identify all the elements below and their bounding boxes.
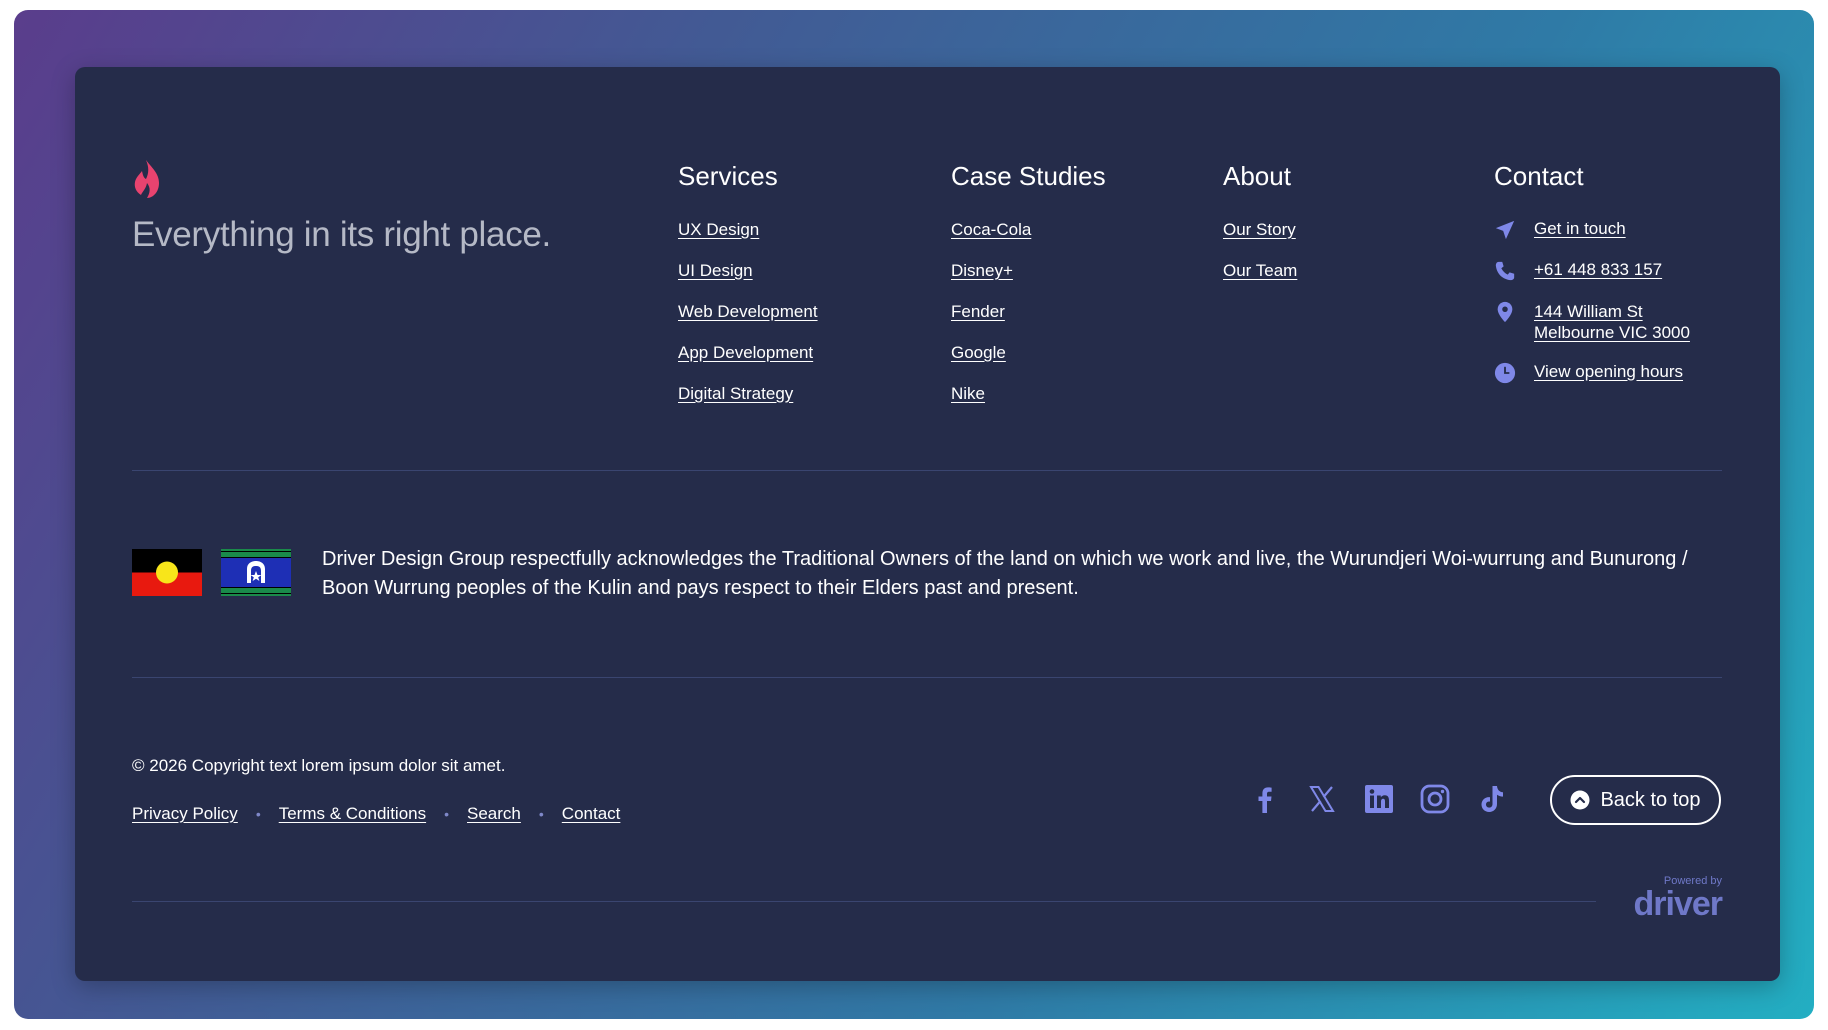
back-to-top-button[interactable]: Back to top <box>1550 775 1721 825</box>
clock-icon <box>1494 362 1516 384</box>
separator-dot: • <box>538 806 544 822</box>
column-heading-services: Services <box>678 161 778 191</box>
acknowledgement-of-country: Driver Design Group respectfully acknowl… <box>322 548 1688 599</box>
link-our-story[interactable]: Our Story <box>1223 220 1296 239</box>
contact-hours: View opening hours <box>1494 362 1734 384</box>
link-phone[interactable]: +61 448 833 157 <box>1534 260 1662 280</box>
site-footer: Everything in its right place. Services … <box>75 67 1780 981</box>
link-search[interactable]: Search <box>467 804 521 824</box>
powered-by-driver-link[interactable]: Powered by driver <box>1625 875 1724 923</box>
link-ux-design[interactable]: UX Design <box>678 220 759 239</box>
link-contact[interactable]: Contact <box>562 804 621 824</box>
x-icon[interactable] <box>1306 783 1338 815</box>
copyright-text: © 2026 Copyright text lorem ipsum dolor … <box>132 756 506 775</box>
linkedin-icon[interactable] <box>1363 783 1395 815</box>
link-address[interactable]: 144 William St Melbourne VIC 3000 <box>1534 301 1690 343</box>
footer-divider-middle <box>132 677 1722 678</box>
address-line-1: 144 William St <box>1534 302 1643 321</box>
column-heading-case-studies: Case Studies <box>951 161 1106 191</box>
contact-get-in-touch: Get in touch <box>1494 219 1734 241</box>
contact-address: 144 William St Melbourne VIC 3000 <box>1494 301 1734 343</box>
facebook-icon[interactable] <box>1249 783 1281 815</box>
footer-divider-top <box>132 470 1722 471</box>
paper-plane-icon <box>1495 220 1515 240</box>
contact-phone: +61 448 833 157 <box>1494 260 1734 282</box>
separator-dot: • <box>255 806 261 822</box>
separator-dot: • <box>444 806 450 822</box>
address-line-2: Melbourne VIC 3000 <box>1534 323 1690 342</box>
link-fender[interactable]: Fender <box>951 302 1005 321</box>
phone-icon <box>1495 261 1515 281</box>
link-terms-conditions[interactable]: Terms & Conditions <box>279 804 426 824</box>
column-heading-about: About <box>1223 161 1291 191</box>
footer-column-contact: Contact Get in touch +61 448 833 157 144… <box>1494 159 1734 403</box>
footer-column-services: Services UX Design UI Design Web Develop… <box>678 159 818 424</box>
brand-tagline: Everything in its right place. <box>132 215 551 254</box>
link-coca-cola[interactable]: Coca-Cola <box>951 220 1031 239</box>
link-privacy-policy[interactable]: Privacy Policy <box>132 804 238 824</box>
footer-column-case-studies: Case Studies Coca-Cola Disney+ Fender Go… <box>951 159 1106 424</box>
footer-divider-bottom <box>132 901 1596 902</box>
link-web-development[interactable]: Web Development <box>678 302 818 321</box>
back-to-top-label: Back to top <box>1600 788 1701 811</box>
tiktok-icon[interactable] <box>1476 783 1508 815</box>
page-background: Everything in its right place. Services … <box>14 10 1814 1019</box>
footer-column-about: About Our Story Our Team <box>1223 159 1297 301</box>
link-digital-strategy[interactable]: Digital Strategy <box>678 384 793 403</box>
driver-logo: driver <box>1633 885 1724 923</box>
map-pin-icon <box>1497 301 1513 323</box>
flame-logo-icon[interactable] <box>132 159 162 199</box>
column-heading-contact: Contact <box>1494 161 1584 191</box>
link-opening-hours[interactable]: View opening hours <box>1534 362 1683 382</box>
link-app-development[interactable]: App Development <box>678 343 813 362</box>
chevron-up-circle-icon <box>1570 790 1590 810</box>
link-ui-design[interactable]: UI Design <box>678 261 753 280</box>
link-nike[interactable]: Nike <box>951 384 985 403</box>
link-our-team[interactable]: Our Team <box>1223 261 1297 280</box>
instagram-icon[interactable] <box>1419 783 1451 815</box>
torres-strait-islander-flag-icon <box>221 549 291 596</box>
legal-links: Privacy Policy • Terms & Conditions • Se… <box>132 804 620 824</box>
link-disney-plus[interactable]: Disney+ <box>951 261 1013 280</box>
link-get-in-touch[interactable]: Get in touch <box>1534 219 1626 239</box>
link-google[interactable]: Google <box>951 343 1006 362</box>
aboriginal-flag-icon <box>132 549 202 596</box>
